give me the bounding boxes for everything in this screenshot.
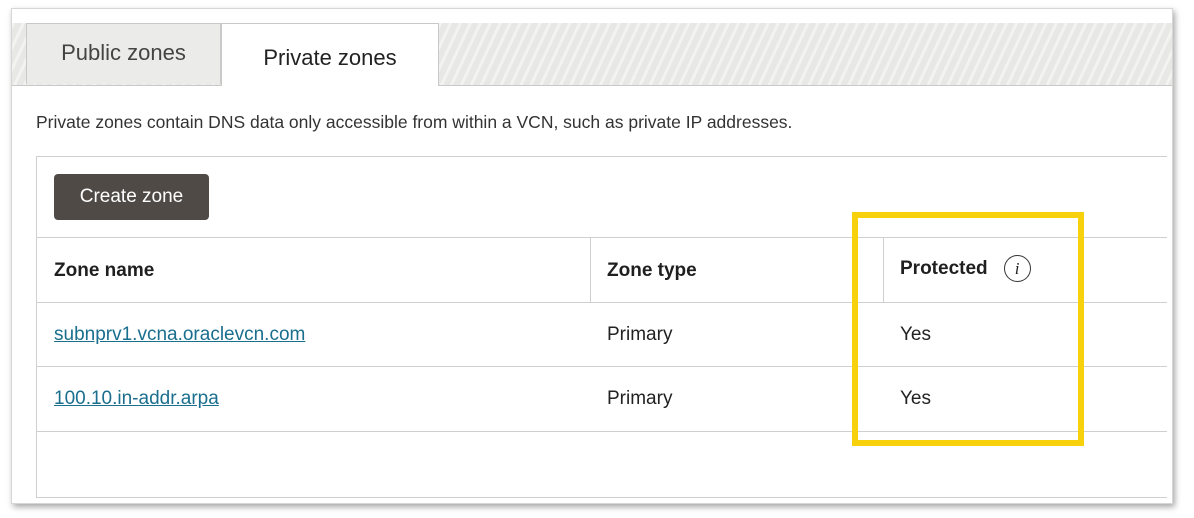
zone-name-cell: 100.10.in-addr.arpa xyxy=(54,367,584,431)
column-header-protected[interactable]: Protected i xyxy=(900,236,1160,301)
table-header-row: Zone name Zone type Protected i xyxy=(37,237,1167,303)
zones-panel: Create zone Zone name Zone type Protecte… xyxy=(36,156,1167,498)
protected-cell: Yes xyxy=(900,324,931,345)
create-zone-button[interactable]: Create zone xyxy=(54,174,209,220)
column-divider xyxy=(883,238,884,303)
column-header-zone-name[interactable]: Zone name xyxy=(54,238,584,303)
zone-type-cell: Primary xyxy=(607,388,673,409)
tab-private-zones[interactable]: Private zones xyxy=(221,23,439,86)
protected-cell: Yes xyxy=(900,388,931,409)
column-divider xyxy=(590,238,591,303)
table-row: subnprv1.vcna.oraclevcn.com Primary Yes xyxy=(37,302,1167,367)
tab-public-zones[interactable]: Public zones xyxy=(26,23,221,84)
zone-type-cell: Primary xyxy=(607,324,673,345)
tab-description: Private zones contain DNS data only acce… xyxy=(36,112,793,132)
zone-name-link[interactable]: subnprv1.vcna.oraclevcn.com xyxy=(54,324,305,346)
column-header-protected-label: Protected xyxy=(900,257,988,279)
table-row: 100.10.in-addr.arpa Primary Yes xyxy=(37,366,1167,432)
zone-name-link[interactable]: 100.10.in-addr.arpa xyxy=(54,388,219,410)
zone-name-cell: subnprv1.vcna.oraclevcn.com xyxy=(54,303,584,367)
column-header-zone-type[interactable]: Zone type xyxy=(607,238,882,303)
tab-bar: Public zones Private zones xyxy=(12,23,1172,86)
info-icon[interactable]: i xyxy=(1003,255,1031,282)
